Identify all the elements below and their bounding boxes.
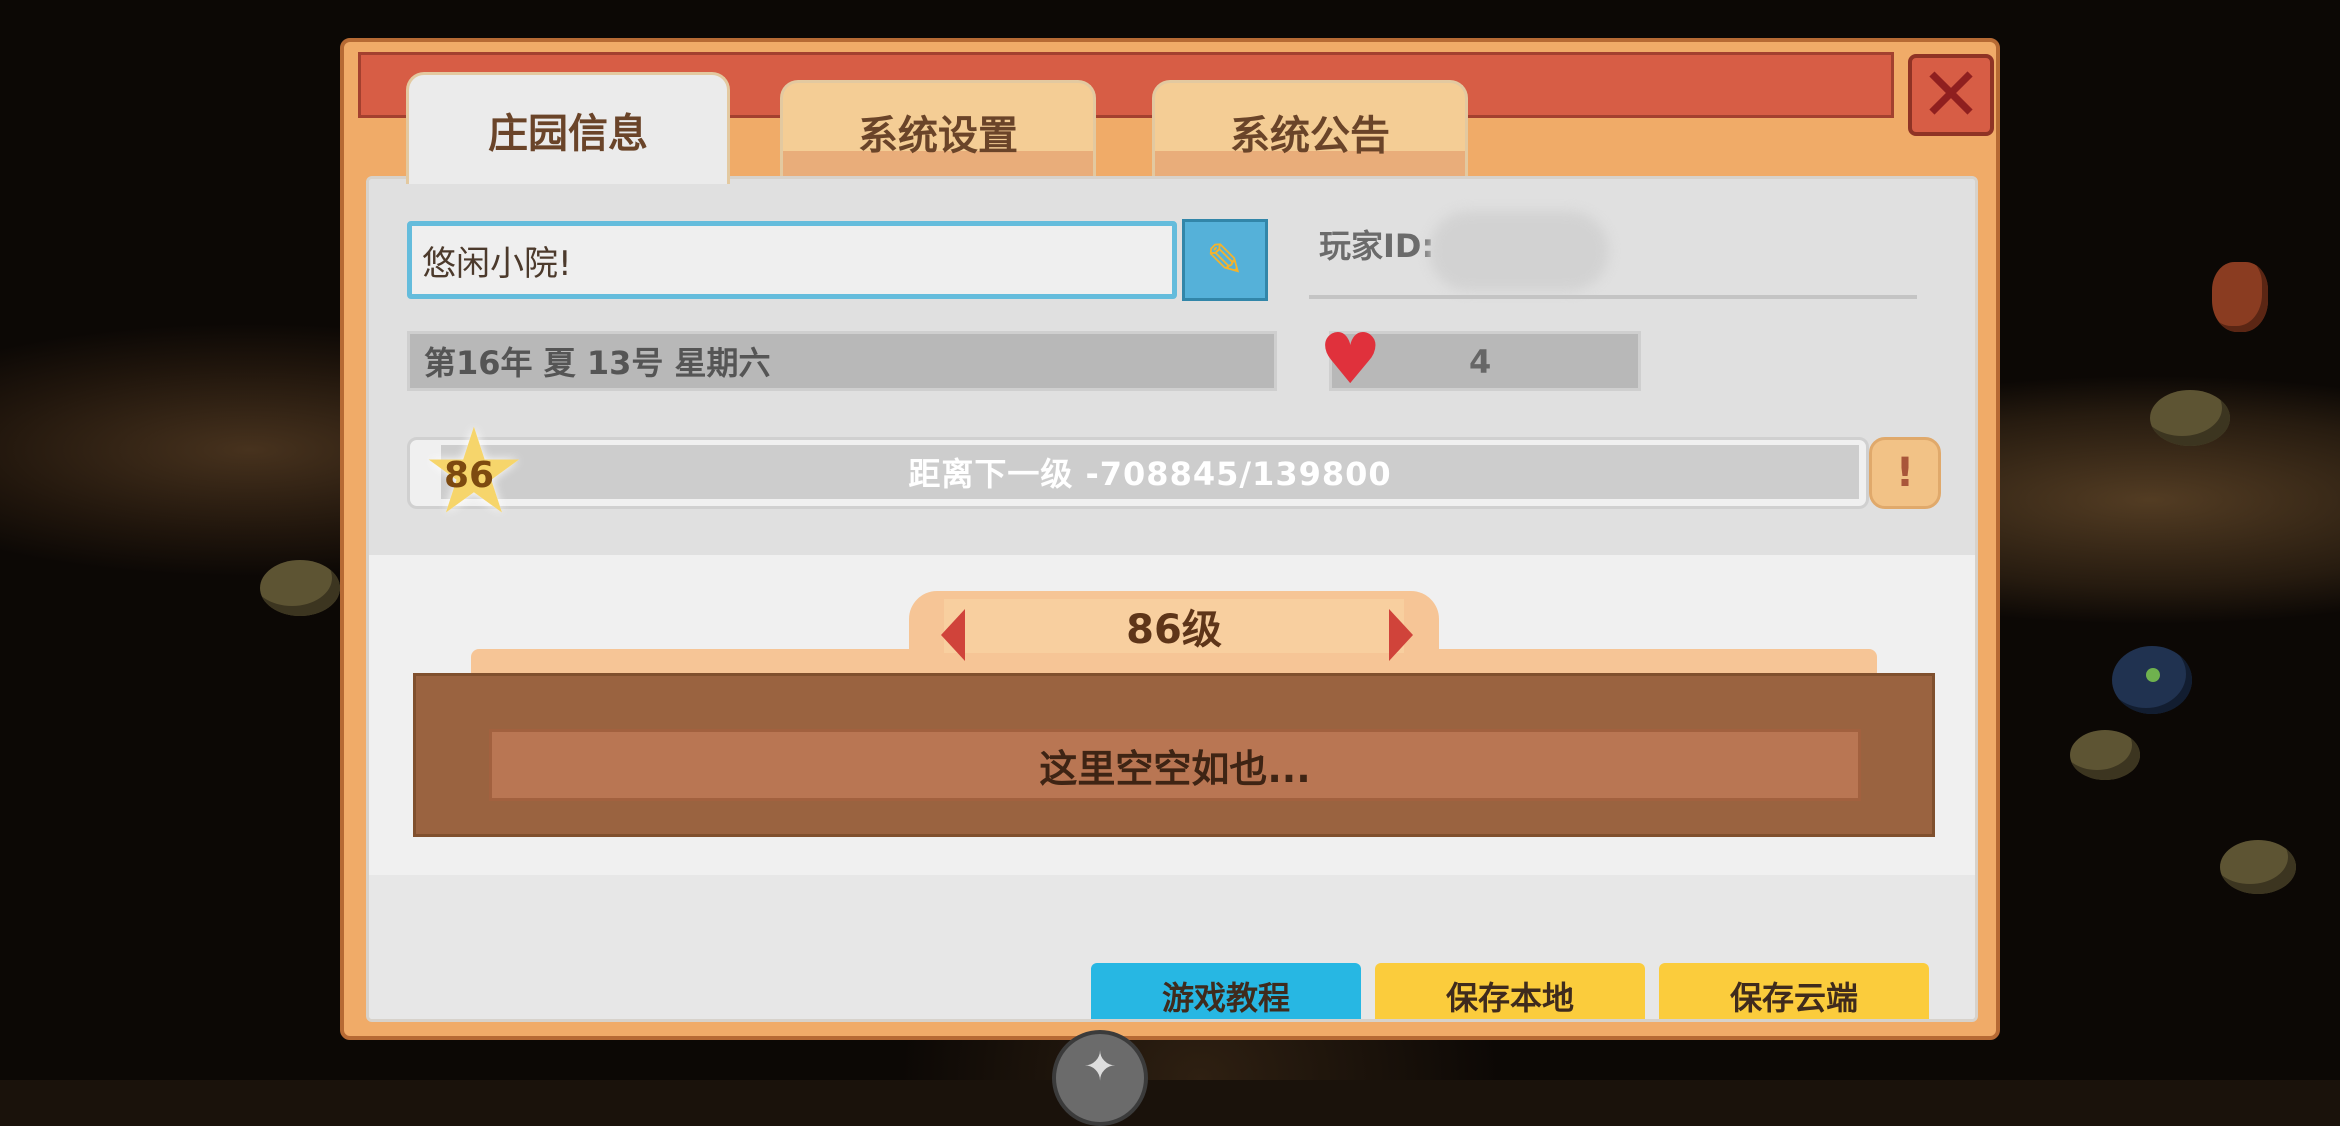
heart-count: 4 <box>1469 343 1492 381</box>
farm-info-dialog: ✕ 系统设置 系统公告 ✎ 玩家ID: 第16年 夏 13号 星期六 ♥ 4 距… <box>340 38 2000 1040</box>
player-id-value-blurred <box>1429 211 1609 291</box>
save-cloud-button[interactable]: 保存云端 <box>1659 963 1929 1019</box>
puzzle-icon[interactable]: ✦ <box>1052 1030 1148 1126</box>
next-level-arrow-icon[interactable] <box>1389 609 1413 661</box>
pencil-icon: ✎ <box>1205 233 1245 287</box>
tab-system-notice[interactable]: 系统公告 <box>1152 80 1468 180</box>
save-local-button[interactable]: 保存本地 <box>1375 963 1645 1019</box>
experience-progress-text: 距离下一级 -708845/139800 <box>908 455 1392 493</box>
background-rock <box>2220 840 2296 894</box>
background-creature <box>2112 646 2192 714</box>
level-info-button[interactable]: ! <box>1869 437 1941 509</box>
tab-farm-info[interactable]: 庄园信息 <box>406 72 730 184</box>
farm-name-input[interactable] <box>407 221 1177 299</box>
player-level-badge: 86 <box>443 455 495 496</box>
close-icon: ✕ <box>1919 52 1982 138</box>
tab-system-settings[interactable]: 系统设置 <box>780 80 1096 180</box>
reward-empty-message: 这里空空如也... <box>489 729 1861 801</box>
background-rock <box>2150 390 2230 446</box>
exclamation-icon: ! <box>1895 450 1915 496</box>
player-id-underline <box>1309 295 1917 299</box>
background-pot <box>2212 262 2268 332</box>
background-rock <box>2070 730 2140 780</box>
background-rock <box>260 560 340 616</box>
game-date: 第16年 夏 13号 星期六 <box>407 331 1277 391</box>
game-tutorial-button[interactable]: 游戏教程 <box>1091 963 1361 1019</box>
edit-name-button[interactable]: ✎ <box>1182 219 1268 301</box>
level-selector-label: 86级 <box>1126 607 1222 653</box>
farm-info-panel: ✎ 玩家ID: 第16年 夏 13号 星期六 ♥ 4 距离下一级 -708845… <box>366 176 1978 1022</box>
close-button[interactable]: ✕ <box>1908 54 1994 136</box>
player-id-label: 玩家ID: <box>1319 227 1435 265</box>
heart-icon: ♥ <box>1319 318 1382 400</box>
